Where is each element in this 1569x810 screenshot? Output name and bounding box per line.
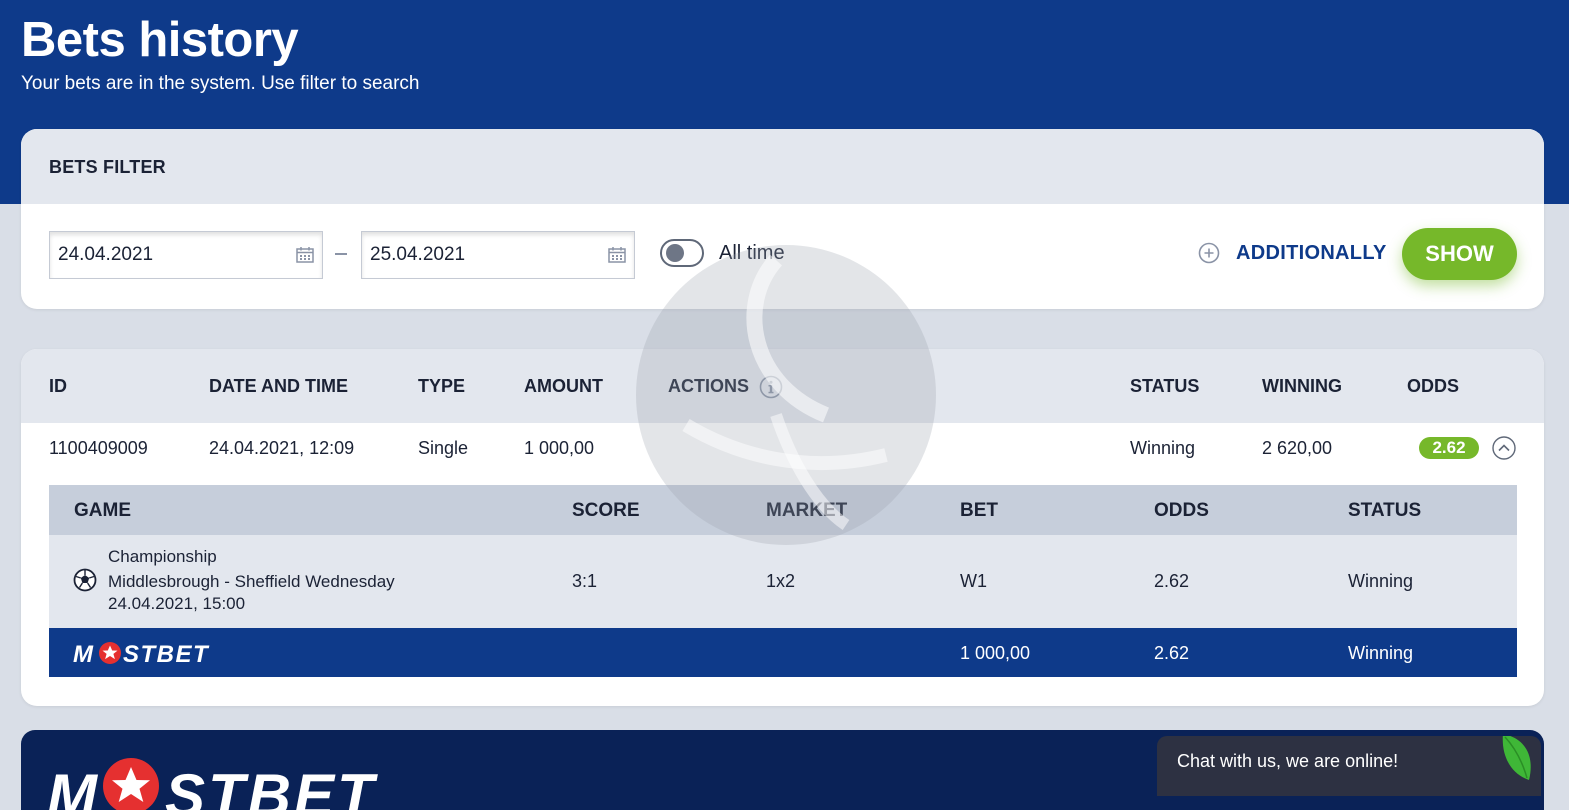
mostbet-logo-large: M STBET xyxy=(47,758,378,810)
calendar-icon[interactable] xyxy=(608,247,626,263)
soccer-ball-icon xyxy=(73,568,97,592)
column-type: TYPE xyxy=(418,376,466,396)
calendar-icon[interactable] xyxy=(296,247,314,263)
date-to-value: 25.04.2021 xyxy=(370,244,466,265)
plus-circle-icon[interactable] xyxy=(1198,242,1220,264)
detail-column-game: GAME xyxy=(74,500,131,521)
bet-summary-footer: M STBET 1 000,00 2.62 Winning xyxy=(49,628,1517,677)
bet-date-time: 24.04.2021, 12:09 xyxy=(209,438,355,458)
chat-widget[interactable]: Chat with us, we are online! xyxy=(1157,736,1541,796)
svg-text:M: M xyxy=(47,762,100,810)
column-id: ID xyxy=(49,376,67,396)
detail-column-market: MARKET xyxy=(766,500,848,521)
all-time-label[interactable]: All time xyxy=(719,242,785,265)
detail-column-bet: BET xyxy=(960,500,998,521)
event-score: 3:1 xyxy=(572,571,598,591)
svg-text:STBET: STBET xyxy=(165,762,378,810)
bet-status: Winning xyxy=(1130,438,1196,458)
detail-column-score: SCORE xyxy=(572,500,640,521)
chat-widget-text[interactable]: Chat with us, we are online! xyxy=(1177,751,1398,772)
column-odds: ODDS xyxy=(1407,376,1460,396)
odds-badge: 2.62 xyxy=(1419,437,1479,459)
mostbet-logo: M STBET xyxy=(73,641,210,667)
detail-column-status: STATUS xyxy=(1348,500,1422,521)
event-match: Middlesbrough - Sheffield Wednesday xyxy=(108,572,395,591)
leaf-icon xyxy=(1502,736,1531,780)
event-start-time: 24.04.2021, 15:00 xyxy=(108,594,246,613)
column-winning: WINNING xyxy=(1262,376,1342,396)
event-market: 1x2 xyxy=(766,571,796,591)
detail-column-odds: ODDS xyxy=(1154,500,1209,521)
date-to-field[interactable]: 25.04.2021 xyxy=(361,231,635,279)
bets-history-table: ID DATE AND TIME TYPE AMOUNT ACTIONS STA… xyxy=(21,349,1544,706)
bets-filter-panel: BETS FILTER 24.04.2021 25.04.2021 All ti… xyxy=(21,129,1544,309)
bet-type: Single xyxy=(418,438,469,458)
bets-filter-title: BETS FILTER xyxy=(49,157,166,177)
page-subtitle: Your bets are in the system. Use filter … xyxy=(21,73,420,94)
date-range-separator xyxy=(335,253,347,255)
column-date-time: DATE AND TIME xyxy=(209,376,348,396)
summary-status: Winning xyxy=(1348,643,1414,663)
svg-text:STBET: STBET xyxy=(123,641,210,667)
column-amount: AMOUNT xyxy=(524,376,603,396)
column-status: STATUS xyxy=(1130,376,1200,396)
column-actions: ACTIONS xyxy=(668,376,749,396)
bet-detail-header: GAME SCORE MARKET BET ODDS STATUS xyxy=(49,485,1517,535)
summary-odds: 2.62 xyxy=(1154,643,1190,663)
event-status: Winning xyxy=(1348,571,1414,591)
summary-amount: 1 000,00 xyxy=(960,643,1031,663)
bet-detail-row: Championship Middlesbrough - Sheffield W… xyxy=(49,535,1517,628)
table-header: ID DATE AND TIME TYPE AMOUNT ACTIONS STA… xyxy=(21,349,1544,423)
event-bet: W1 xyxy=(960,571,987,591)
info-icon[interactable] xyxy=(759,375,783,399)
chevron-up-icon[interactable] xyxy=(1492,436,1516,460)
bets-filter-header: BETS FILTER xyxy=(21,129,1544,204)
date-from-field[interactable]: 24.04.2021 xyxy=(49,231,323,279)
show-button[interactable]: SHOW xyxy=(1402,228,1517,280)
page-title: Bets history xyxy=(21,13,299,67)
bet-winning: 2 620,00 xyxy=(1262,438,1333,458)
svg-text:M: M xyxy=(73,641,95,667)
all-time-toggle[interactable] xyxy=(660,239,704,267)
toggle-knob xyxy=(666,244,684,262)
additionally-link[interactable]: ADDITIONALLY xyxy=(1236,242,1387,265)
bet-id: 1100409009 xyxy=(49,438,148,458)
bet-amount: 1 000,00 xyxy=(524,438,595,458)
event-league: Championship xyxy=(108,547,217,566)
event-odds: 2.62 xyxy=(1154,571,1190,591)
date-from-value: 24.04.2021 xyxy=(58,244,154,265)
